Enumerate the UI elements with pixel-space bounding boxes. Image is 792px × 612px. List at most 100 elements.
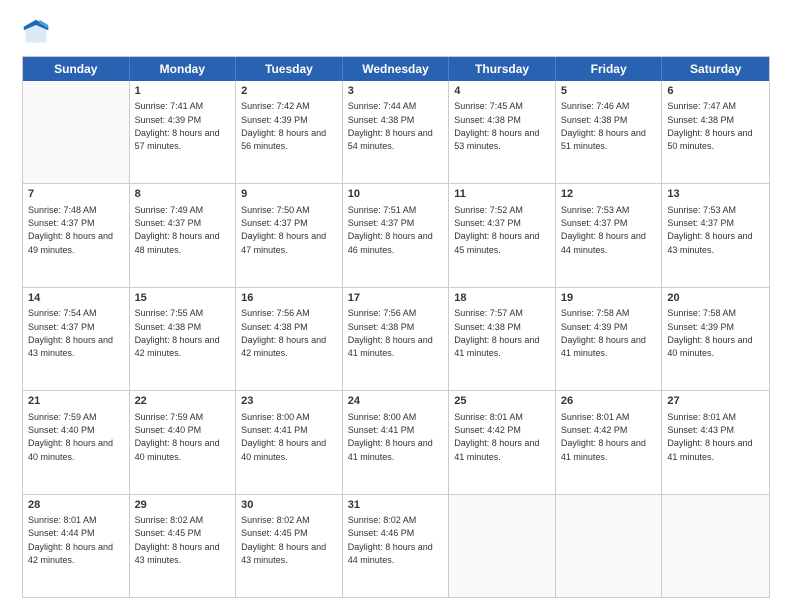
calendar-day-23: 23Sunrise: 8:00 AM Sunset: 4:41 PM Dayli…	[236, 391, 343, 493]
day-number: 16	[241, 291, 337, 306]
calendar-day-13: 13 Sunrise: 7:53 AM Sunset: 4:37 PM Dayli…	[662, 184, 769, 286]
day-info: Sunrise: 7:51 AM Sunset: 4:37 PM Dayligh…	[348, 205, 433, 255]
day-info: Sunrise: 7:49 AM Sunset: 4:37 PM Dayligh…	[135, 205, 220, 255]
day-number: 7	[28, 187, 124, 202]
day-info: Sunrise: 8:01 AM Sunset: 4:43 PM Dayligh…	[667, 412, 752, 462]
day-number: 27	[667, 394, 764, 409]
weekday-header-monday: Monday	[130, 57, 237, 81]
day-number: 3	[348, 84, 444, 99]
calendar-day-12: 12Sunrise: 7:53 AM Sunset: 4:37 PM Dayli…	[556, 184, 663, 286]
calendar-body: 1 Sunrise: 7:41 AM Sunset: 4:39 PM Daylig…	[23, 81, 769, 597]
calendar-day-2: 2Sunrise: 7:42 AM Sunset: 4:39 PM Daylig…	[236, 81, 343, 183]
day-number: 22	[135, 394, 231, 409]
calendar-day-3: 3 Sunrise: 7:44 AM Sunset: 4:38 PM Daylig…	[343, 81, 450, 183]
day-info: Sunrise: 8:01 AM Sunset: 4:42 PM Dayligh…	[454, 412, 539, 462]
day-info: Sunrise: 7:41 AM Sunset: 4:39 PM Dayligh…	[135, 101, 220, 151]
day-number: 6	[667, 84, 764, 99]
day-info: Sunrise: 7:46 AM Sunset: 4:38 PM Dayligh…	[561, 101, 646, 151]
day-number: 13	[667, 187, 764, 202]
calendar-day-25: 25 Sunrise: 8:01 AM Sunset: 4:42 PM Dayli…	[449, 391, 556, 493]
calendar: SundayMondayTuesdayWednesdayThursdayFrid…	[22, 56, 770, 598]
page: SundayMondayTuesdayWednesdayThursdayFrid…	[0, 0, 792, 612]
day-info: Sunrise: 7:58 AM Sunset: 4:39 PM Dayligh…	[667, 308, 752, 358]
calendar-day-7: 7 Sunrise: 7:48 AM Sunset: 4:37 PM Daylig…	[23, 184, 130, 286]
weekday-header-wednesday: Wednesday	[343, 57, 450, 81]
day-number: 8	[135, 187, 231, 202]
day-number: 26	[561, 394, 657, 409]
calendar-day-26: 26 Sunrise: 8:01 AM Sunset: 4:42 PM Dayli…	[556, 391, 663, 493]
day-number: 19	[561, 291, 657, 306]
weekday-header-sunday: Sunday	[23, 57, 130, 81]
calendar-week-5: 28Sunrise: 8:01 AM Sunset: 4:44 PM Dayli…	[23, 495, 769, 597]
day-info: Sunrise: 7:50 AM Sunset: 4:37 PM Dayligh…	[241, 205, 326, 255]
day-info: Sunrise: 7:52 AM Sunset: 4:37 PM Dayligh…	[454, 205, 539, 255]
calendar-day-4: 4 Sunrise: 7:45 AM Sunset: 4:38 PM Daylig…	[449, 81, 556, 183]
day-info: Sunrise: 7:55 AM Sunset: 4:38 PM Dayligh…	[135, 308, 220, 358]
day-number: 31	[348, 498, 444, 513]
calendar-day-16: 16Sunrise: 7:56 AM Sunset: 4:38 PM Dayli…	[236, 288, 343, 390]
day-number: 4	[454, 84, 550, 99]
header	[22, 18, 770, 46]
calendar-day-11: 11 Sunrise: 7:52 AM Sunset: 4:37 PM Dayli…	[449, 184, 556, 286]
calendar-day-19: 19 Sunrise: 7:58 AM Sunset: 4:39 PM Dayli…	[556, 288, 663, 390]
calendar-day-empty	[556, 495, 663, 597]
day-number: 20	[667, 291, 764, 306]
logo	[22, 18, 54, 46]
day-number: 14	[28, 291, 124, 306]
calendar-day-31: 31 Sunrise: 8:02 AM Sunset: 4:46 PM Dayli…	[343, 495, 450, 597]
calendar-day-20: 20 Sunrise: 7:58 AM Sunset: 4:39 PM Dayli…	[662, 288, 769, 390]
day-number: 11	[454, 187, 550, 202]
day-info: Sunrise: 7:56 AM Sunset: 4:38 PM Dayligh…	[348, 308, 433, 358]
day-number: 5	[561, 84, 657, 99]
calendar-day-21: 21Sunrise: 7:59 AM Sunset: 4:40 PM Dayli…	[23, 391, 130, 493]
calendar-day-1: 1 Sunrise: 7:41 AM Sunset: 4:39 PM Daylig…	[130, 81, 237, 183]
day-info: Sunrise: 7:47 AM Sunset: 4:38 PM Dayligh…	[667, 101, 752, 151]
calendar-day-29: 29Sunrise: 8:02 AM Sunset: 4:45 PM Dayli…	[130, 495, 237, 597]
calendar-day-9: 9 Sunrise: 7:50 AM Sunset: 4:37 PM Daylig…	[236, 184, 343, 286]
calendar-week-2: 7 Sunrise: 7:48 AM Sunset: 4:37 PM Daylig…	[23, 184, 769, 287]
day-number: 15	[135, 291, 231, 306]
day-number: 1	[135, 84, 231, 99]
weekday-header-saturday: Saturday	[662, 57, 769, 81]
day-info: Sunrise: 7:45 AM Sunset: 4:38 PM Dayligh…	[454, 101, 539, 151]
day-info: Sunrise: 8:02 AM Sunset: 4:46 PM Dayligh…	[348, 515, 433, 565]
calendar-day-28: 28Sunrise: 8:01 AM Sunset: 4:44 PM Dayli…	[23, 495, 130, 597]
day-info: Sunrise: 8:00 AM Sunset: 4:41 PM Dayligh…	[241, 412, 326, 462]
calendar-week-4: 21Sunrise: 7:59 AM Sunset: 4:40 PM Dayli…	[23, 391, 769, 494]
day-number: 9	[241, 187, 337, 202]
day-number: 29	[135, 498, 231, 513]
day-info: Sunrise: 7:58 AM Sunset: 4:39 PM Dayligh…	[561, 308, 646, 358]
calendar-header: SundayMondayTuesdayWednesdayThursdayFrid…	[23, 57, 769, 81]
day-number: 18	[454, 291, 550, 306]
calendar-day-17: 17 Sunrise: 7:56 AM Sunset: 4:38 PM Dayli…	[343, 288, 450, 390]
day-info: Sunrise: 7:53 AM Sunset: 4:37 PM Dayligh…	[667, 205, 752, 255]
calendar-day-empty	[23, 81, 130, 183]
calendar-day-5: 5 Sunrise: 7:46 AM Sunset: 4:38 PM Daylig…	[556, 81, 663, 183]
day-number: 25	[454, 394, 550, 409]
calendar-day-30: 30 Sunrise: 8:02 AM Sunset: 4:45 PM Dayli…	[236, 495, 343, 597]
calendar-day-8: 8 Sunrise: 7:49 AM Sunset: 4:37 PM Daylig…	[130, 184, 237, 286]
day-number: 28	[28, 498, 124, 513]
calendar-day-10: 10 Sunrise: 7:51 AM Sunset: 4:37 PM Dayli…	[343, 184, 450, 286]
day-info: Sunrise: 7:59 AM Sunset: 4:40 PM Dayligh…	[28, 412, 113, 462]
day-number: 10	[348, 187, 444, 202]
calendar-week-1: 1 Sunrise: 7:41 AM Sunset: 4:39 PM Daylig…	[23, 81, 769, 184]
day-info: Sunrise: 7:57 AM Sunset: 4:38 PM Dayligh…	[454, 308, 539, 358]
weekday-header-tuesday: Tuesday	[236, 57, 343, 81]
day-info: Sunrise: 8:01 AM Sunset: 4:42 PM Dayligh…	[561, 412, 646, 462]
day-number: 24	[348, 394, 444, 409]
day-info: Sunrise: 8:00 AM Sunset: 4:41 PM Dayligh…	[348, 412, 433, 462]
calendar-day-6: 6 Sunrise: 7:47 AM Sunset: 4:38 PM Daylig…	[662, 81, 769, 183]
calendar-day-empty	[662, 495, 769, 597]
calendar-day-empty	[449, 495, 556, 597]
day-number: 2	[241, 84, 337, 99]
day-number: 17	[348, 291, 444, 306]
day-info: Sunrise: 7:44 AM Sunset: 4:38 PM Dayligh…	[348, 101, 433, 151]
calendar-day-22: 22Sunrise: 7:59 AM Sunset: 4:40 PM Dayli…	[130, 391, 237, 493]
weekday-header-thursday: Thursday	[449, 57, 556, 81]
day-info: Sunrise: 7:48 AM Sunset: 4:37 PM Dayligh…	[28, 205, 113, 255]
day-info: Sunrise: 8:02 AM Sunset: 4:45 PM Dayligh…	[241, 515, 326, 565]
weekday-header-friday: Friday	[556, 57, 663, 81]
day-number: 30	[241, 498, 337, 513]
calendar-day-14: 14Sunrise: 7:54 AM Sunset: 4:37 PM Dayli…	[23, 288, 130, 390]
